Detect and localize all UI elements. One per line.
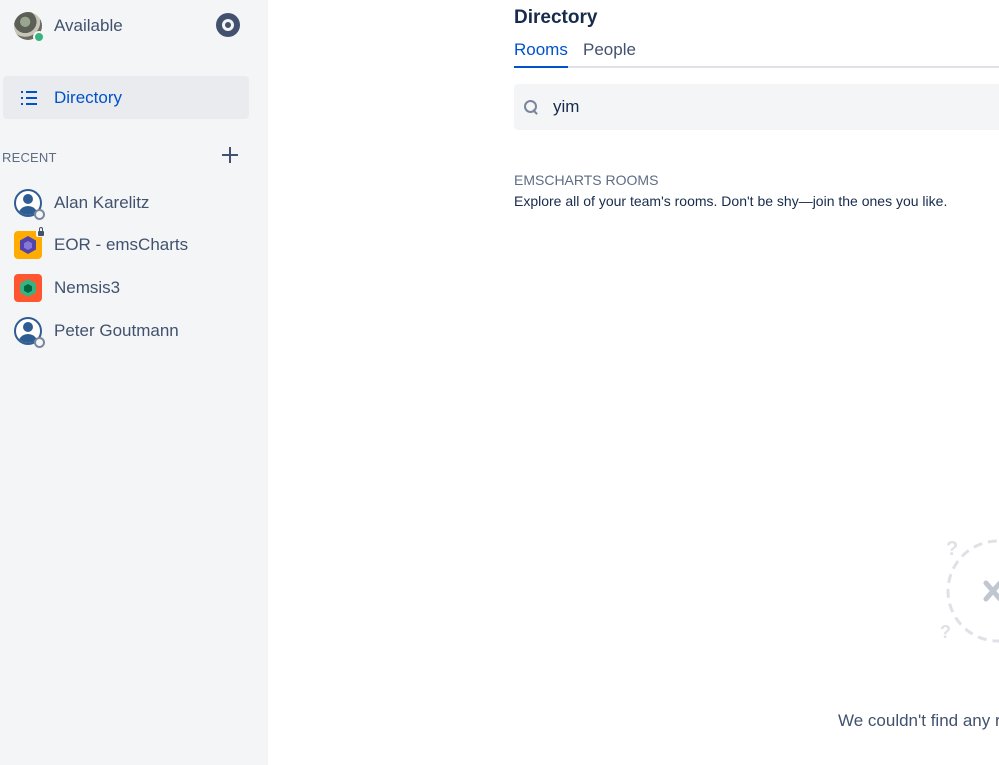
user-avatar: [14, 12, 45, 43]
recent-item-nemsis3[interactable]: Nemsis3: [14, 272, 254, 304]
empty-state-illustration-icon: ? ?: [940, 538, 999, 643]
recent-item-label: Nemsis3: [54, 278, 121, 297]
sidebar-item-directory[interactable]: Directory: [3, 76, 249, 119]
presence-offline-icon: [34, 337, 45, 348]
svg-text:?: ?: [946, 538, 958, 560]
list-icon: [21, 90, 37, 105]
sidebar-item-label: Directory: [54, 87, 123, 107]
tab-people[interactable]: People: [583, 40, 636, 66]
recent-item-alan-karelitz[interactable]: Alan Karelitz: [14, 187, 254, 220]
section-description: Explore all of your team's rooms. Don't …: [514, 193, 948, 209]
status-selector[interactable]: Available: [14, 11, 254, 43]
settings-gear-icon[interactable]: [216, 13, 240, 37]
empty-state-message: We couldn't find any r: [838, 711, 999, 730]
tab-rooms[interactable]: Rooms: [514, 40, 568, 68]
search-box: [514, 84, 999, 130]
room-avatar-icon: [14, 274, 42, 302]
sidebar: Available Directory RECENT Alan Karelitz…: [0, 0, 268, 765]
recent-item-label: Alan Karelitz: [54, 193, 150, 212]
recent-heading: RECENT: [2, 150, 57, 165]
directory-tabs: Rooms People: [514, 40, 999, 68]
room-avatar-icon: [14, 227, 46, 259]
recent-item-label: EOR - emsCharts: [54, 235, 189, 254]
search-input[interactable]: [553, 97, 953, 117]
status-label: Available: [54, 16, 123, 35]
lock-icon: [36, 227, 46, 237]
page-title: Directory: [514, 7, 598, 28]
presence-available-icon: [33, 31, 45, 43]
presence-offline-icon: [34, 209, 45, 220]
search-icon: [523, 99, 539, 115]
svg-text:?: ?: [940, 622, 951, 642]
add-icon[interactable]: [220, 145, 240, 165]
section-heading: EMSCHARTS ROOMS: [514, 172, 659, 188]
recent-item-peter-goutmann[interactable]: Peter Goutmann: [14, 315, 254, 348]
recent-item-eor-emscharts[interactable]: EOR - emsCharts: [14, 227, 254, 261]
recent-item-label: Peter Goutmann: [54, 321, 179, 340]
